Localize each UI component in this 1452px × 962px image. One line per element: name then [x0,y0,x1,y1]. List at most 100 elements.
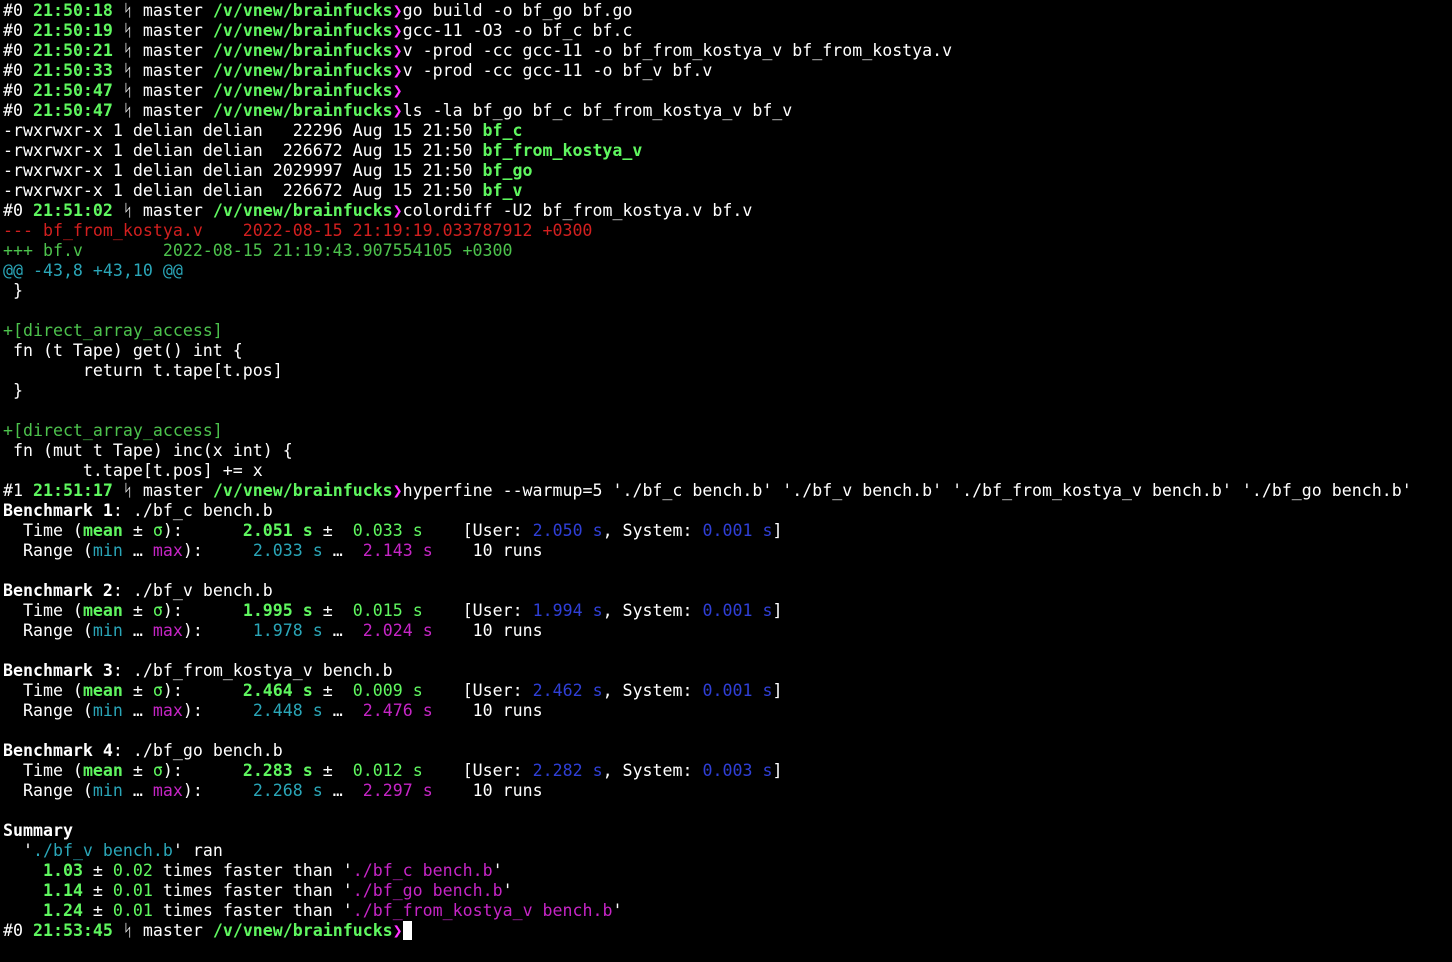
prompt-line: #0 21:53:45 ᛋ master /v/vnew/brainfucks❯ [3,921,1412,941]
diff-context-line [3,401,1412,421]
runs-label: runs [502,701,543,720]
compared-command: ./bf_c bench.b [352,861,493,880]
summary-title: Summary [3,821,1412,841]
close-label: ): [162,761,183,780]
mean-label: mean [82,601,123,620]
mean-value: 2.283 [242,761,293,780]
git-branch-name: master [142,81,203,100]
benchmark-time-row: Time (mean ± σ): 1.995 s ± 0.015 s [User… [3,601,783,620]
max-unit: s [422,701,433,720]
mean-unit: s [302,761,313,780]
terminal-cursor [402,921,412,940]
prompt-arrow-icon: ❯ [392,1,403,20]
diff-context-line: fn (mut t Tape) inc(x int) { [3,441,1412,461]
sigma-label: σ [152,601,163,620]
pm-sign: ± [312,601,343,620]
git-branch-icon: ᛋ [122,921,133,940]
ratio-error: 0.01 [112,881,153,900]
ratio-error: 0.02 [112,861,153,880]
benchmark-command: ./bf_from_kostya_v bench.b [132,661,393,680]
prompt-line: #0 21:50:21 ᛋ master /v/vnew/brainfucks❯… [3,41,1412,61]
benchmark-label: Benchmark [3,501,93,520]
diff-old-file: --- bf_from_kostya.v 2022-08-15 21:19:19… [3,221,593,240]
prompt-line: #0 21:50:18 ᛋ master /v/vnew/brainfucks❯… [3,1,1412,21]
user-value: 1.994 [532,601,583,620]
sigma-unit: s [412,601,423,620]
git-branch-icon: ᛋ [122,1,133,20]
diff-context-line [3,301,1412,321]
max-label: max [152,541,183,560]
time-label: Time ( [3,761,83,780]
benchmark-range-row: Range (min … max): 2.033 s … 2.143 s 10 … [3,541,1412,561]
runs-label: runs [502,621,543,640]
system-value: 0.003 [702,761,753,780]
pm-sign: ± [122,601,153,620]
quote: ' [22,841,33,860]
git-branch-name: master [142,201,203,220]
mean-value: 2.051 [242,521,293,540]
winner-command: ./bf_v bench.b [32,841,173,860]
git-branch-icon: ᛋ [122,21,133,40]
time-label: Time ( [3,601,83,620]
user-unit: s [592,521,603,540]
mean-unit: s [302,681,313,700]
benchmark-label: Benchmark [3,741,93,760]
command-text: v -prod -cc gcc-11 -o bf_from_kostya_v b… [402,41,953,60]
close-label: ): [182,701,203,720]
range-label: Range ( [3,621,93,640]
git-branch-icon: ᛋ [122,61,133,80]
prompt-line: #0 21:50:47 ᛋ master /v/vnew/brainfucks❯ [3,81,1412,101]
prompt-cwd-path: /v/vnew/brainfucks [212,201,393,220]
user-label: [User: [462,761,533,780]
user-value: 2.282 [532,761,583,780]
system-label: , System: [602,601,703,620]
sigma-value: 0.009 [352,681,403,700]
mean-label: mean [82,761,123,780]
user-label: [User: [462,521,533,540]
user-label: [User: [462,681,533,700]
prompt-job-number: #0 [3,101,23,120]
user-unit: s [592,761,603,780]
benchmark-header: Benchmark 4: ./bf_go bench.b [3,741,283,760]
system-unit: s [762,761,773,780]
benchmark-command: ./bf_v bench.b [132,581,273,600]
ran-label: ran [192,841,223,860]
sigma-label: σ [152,681,163,700]
speed-ratio: 1.14 [42,881,83,900]
pm-sign: ± [312,521,343,540]
diff-line-text: return t.tape[t.pos] [3,361,283,380]
runs-count: 10 [472,701,493,720]
prompt-arrow-icon: ❯ [392,41,403,60]
close-label: ): [162,521,183,540]
min-unit: s [312,621,323,640]
summary-heading: Summary [3,821,73,840]
prompt-arrow-icon: ❯ [392,481,403,500]
system-unit: s [762,521,773,540]
close-label: ): [162,681,183,700]
compared-command: ./bf_go bench.b [352,881,503,900]
benchmark-number: 1 [102,501,113,520]
diff-context-line: return t.tape[t.pos] [3,361,1412,381]
terminal-window[interactable]: #0 21:50:18 ᛋ master /v/vnew/brainfucks❯… [3,1,1412,941]
prompt-job-number: #0 [3,61,23,80]
user-unit: s [592,681,603,700]
file-name: bf_go [482,161,533,180]
diff-context-line: t.tape[t.pos] += x [3,461,1412,481]
command-text: hyperfine --warmup=5 './bf_c bench.b' '.… [402,481,1412,500]
system-unit: s [762,681,773,700]
prompt-job-number: #0 [3,21,23,40]
prompt-cwd-path: /v/vnew/brainfucks [212,81,393,100]
sigma-label: σ [152,521,163,540]
ls-output-row: -rwxrwxr-x 1 delian delian 2029997 Aug 1… [3,161,1412,181]
max-unit: s [422,621,433,640]
range-label: Range ( [3,701,93,720]
benchmark-header: Benchmark 1: ./bf_c bench.b [3,501,273,520]
system-unit: s [762,601,773,620]
prompt-line: #0 21:50:19 ᛋ master /v/vnew/brainfucks❯… [3,21,1412,41]
benchmark-time-row: Time (mean ± σ): 2.283 s ± 0.012 s [User… [3,761,783,780]
range-label: Range ( [3,781,93,800]
ellipsis: … [322,781,353,800]
ellipsis: … [322,621,353,640]
pm-sign: ± [312,761,343,780]
